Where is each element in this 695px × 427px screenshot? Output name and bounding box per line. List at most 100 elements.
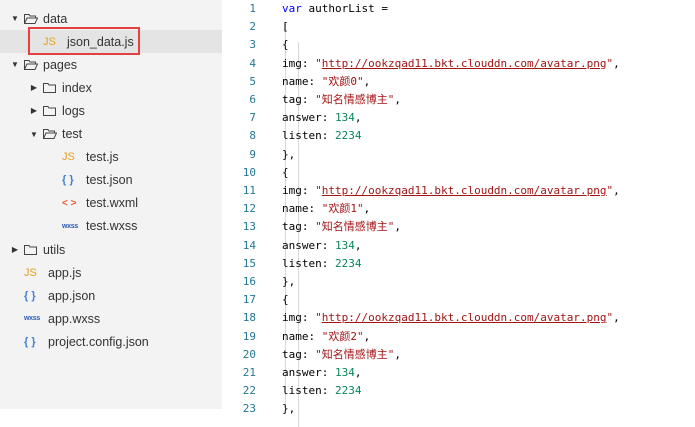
- tree-item-index[interactable]: ▶ index: [0, 76, 222, 99]
- code-text: tag: "知名情感博主",: [282, 346, 401, 364]
- code-text: {: [282, 291, 289, 309]
- json-file-icon: { }: [24, 335, 36, 348]
- code-token: ,: [394, 93, 401, 106]
- tree-item-app-js[interactable]: JS app.js: [0, 261, 222, 284]
- tree-item-test-js[interactable]: JS test.js: [0, 146, 222, 169]
- chevron-down-icon[interactable]: ▼: [29, 130, 39, 139]
- tree-item-test-wxss[interactable]: wxss test.wxss: [0, 215, 222, 238]
- line-number: 3: [249, 38, 256, 52]
- tree-item-app-json[interactable]: { } app.json: [0, 284, 222, 307]
- code-token: },: [282, 147, 296, 161]
- json-file-icon: { }: [62, 174, 74, 187]
- code-token: ,: [363, 329, 371, 343]
- tree-item-label: index: [62, 80, 92, 95]
- code-line: 22 listen: 2234: [222, 382, 695, 400]
- code-text: {: [282, 164, 289, 182]
- code-token: img:: [282, 184, 316, 197]
- code-token: var: [282, 2, 302, 15]
- code-line: 7 answer: 134,: [222, 109, 695, 127]
- wxml-file-icon: < >: [62, 197, 77, 209]
- tree-item-label: test.wxml: [86, 196, 139, 211]
- url-link[interactable]: http://ookzqad11.bkt.clouddn.com/avatar.…: [322, 57, 607, 70]
- line-number: 12: [242, 202, 256, 216]
- code-text: {: [282, 36, 289, 54]
- line-number: 13: [242, 220, 256, 234]
- url-link[interactable]: http://ookzqad11.bkt.clouddn.com/avatar.…: [322, 311, 607, 324]
- code-token: "知名情感博主": [315, 347, 395, 361]
- line-number: 4: [249, 56, 256, 70]
- chevron-right-icon[interactable]: ▶: [29, 83, 39, 92]
- code-text: var authorList =: [282, 0, 388, 18]
- tree-item-app-wxss[interactable]: wxss app.wxss: [0, 307, 222, 330]
- code-token: 134: [334, 366, 355, 379]
- code-token: ,: [394, 347, 401, 361]
- json-file-icon: { }: [24, 289, 36, 302]
- line-number: 6: [249, 93, 256, 106]
- tree-item-label: test: [62, 127, 83, 141]
- code-token: name:: [282, 329, 322, 343]
- chevron-right-icon[interactable]: ▶: [10, 245, 20, 254]
- code-token: 134: [334, 111, 355, 125]
- tree-item-project-config-json[interactable]: { } project.config.json: [0, 330, 222, 353]
- selected-file-highlight: [28, 27, 140, 55]
- code-token: authorList =: [301, 2, 388, 15]
- code-line: 13 tag: "知名情感博主",: [222, 218, 695, 236]
- folder-open-icon: [24, 59, 38, 70]
- code-line: 18 img: "http://ookzqad11.bkt.clouddn.co…: [222, 309, 695, 327]
- chevron-down-icon[interactable]: ▼: [10, 60, 20, 69]
- code-text: img: "http://ookzqad11.bkt.clouddn.com/a…: [282, 182, 620, 200]
- code-token: "知名情感博主": [315, 220, 395, 234]
- code-token: tag:: [282, 347, 316, 361]
- tree-item-logs[interactable]: ▶ logs: [0, 99, 222, 122]
- code-text: },: [282, 273, 295, 291]
- folder-icon: [24, 244, 37, 255]
- code-token: listen:: [282, 384, 335, 398]
- code-text: answer: 134,: [282, 109, 361, 127]
- code-token: name:: [282, 202, 322, 216]
- code-token: ": [315, 184, 322, 197]
- line-number: 1: [249, 2, 256, 15]
- code-token: img:: [282, 311, 316, 325]
- code-editor[interactable]: 1 var authorList = 2 [3 {4 img: "http://oo…: [222, 0, 695, 427]
- chevron-right-icon[interactable]: ▶: [29, 106, 39, 115]
- line-number: 18: [242, 311, 256, 325]
- code-line: 6 tag: "知名情感博主",: [222, 91, 695, 109]
- tree-item-test[interactable]: ▼ test: [0, 123, 222, 146]
- code-token: "欢颜0": [321, 74, 364, 88]
- code-token: answer:: [282, 111, 335, 125]
- code-line: 12 name: "欢颜1",: [222, 200, 695, 218]
- code-line: 8 listen: 2234: [222, 127, 695, 145]
- tree-item-test-json[interactable]: { } test.json: [0, 169, 222, 192]
- tree-item-pages[interactable]: ▼ pages: [0, 53, 222, 76]
- code-line: 16 },: [222, 273, 695, 291]
- line-number: 23: [242, 402, 256, 416]
- tree-item-label: test.js: [86, 150, 119, 165]
- code-token: ": [315, 311, 322, 325]
- tree-item-test-wxml[interactable]: < > test.wxml: [0, 192, 222, 215]
- code-token: [: [282, 20, 289, 34]
- code-text: },: [282, 400, 295, 418]
- folder-open-icon: [24, 13, 38, 24]
- code-line: 9 },: [222, 146, 695, 164]
- line-number: 14: [242, 238, 256, 252]
- file-explorer: ▼ data JS json_data.js ▼ pages ▶ index ▶ logs ▼ tes…: [0, 0, 222, 409]
- code-line: 19 name: "欢颜2",: [222, 328, 695, 346]
- code-text: [: [282, 18, 289, 36]
- line-number: 5: [249, 74, 256, 88]
- folder-icon: [43, 82, 56, 93]
- folder-icon: [43, 105, 56, 116]
- code-text: tag: "知名情感博主",: [282, 218, 401, 236]
- code-text: listen: 2234: [282, 382, 361, 400]
- tree-item-label: logs: [62, 103, 85, 118]
- line-number: 11: [242, 184, 256, 197]
- url-link[interactable]: http://ookzqad11.bkt.clouddn.com/avatar.…: [322, 184, 607, 197]
- code-token: ,: [613, 56, 620, 70]
- code-token: listen:: [282, 256, 335, 270]
- code-token: 2234: [334, 256, 362, 270]
- code-line: 2 [: [222, 18, 695, 36]
- js-file-icon: JS: [62, 151, 75, 164]
- chevron-down-icon[interactable]: ▼: [10, 14, 20, 23]
- tree-item-utils[interactable]: ▶ utils: [0, 238, 222, 261]
- code-token: "知名情感博主": [315, 93, 395, 106]
- code-line: 3 {: [222, 36, 695, 54]
